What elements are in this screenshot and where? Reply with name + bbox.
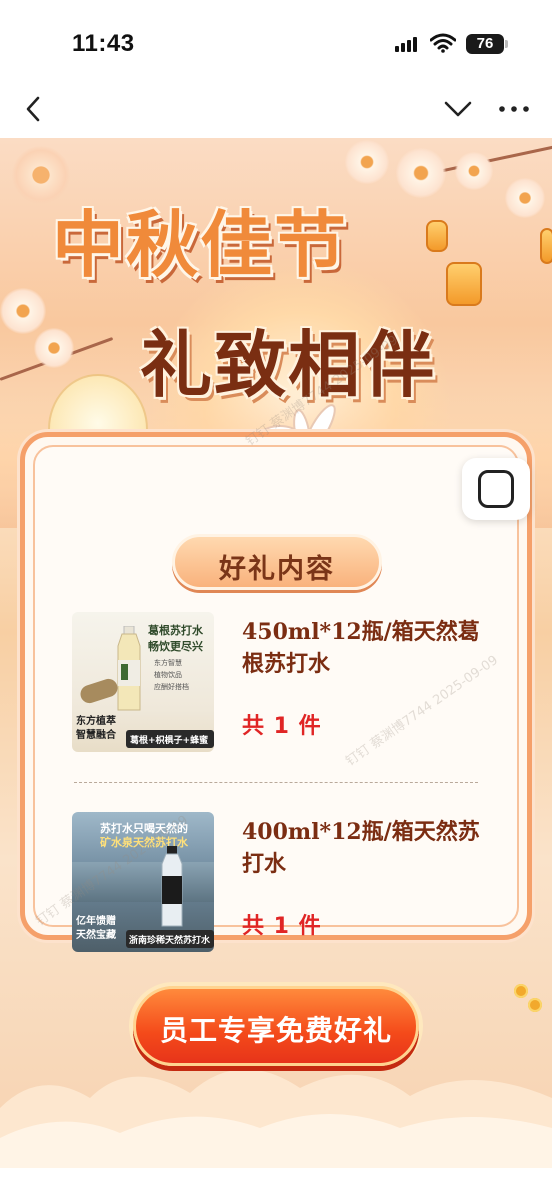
product-image-1-bullet-3: 应酬好搭档	[154, 683, 189, 691]
product-image-1: 葛根苏打水 畅饮更尽兴 东方智慧 植物饮品 应酬好搭档 东方植萃 智慧融合 葛根…	[72, 612, 214, 752]
product-item-1[interactable]: 葛根苏打水 畅饮更尽兴 东方智慧 植物饮品 应酬好搭档 东方植萃 智慧融合 葛根…	[72, 612, 482, 752]
status-time: 11:43	[72, 30, 135, 57]
plum-blossom-icon	[505, 178, 545, 218]
cellular-signal-icon	[395, 36, 421, 52]
bottle-illustration	[161, 846, 183, 927]
claim-gift-button[interactable]: 员工专享免费好礼	[133, 986, 419, 1066]
chevron-left-icon[interactable]	[20, 94, 48, 124]
osmanthus-flower-icon	[528, 998, 542, 1012]
product-divider	[74, 782, 478, 783]
product-image-1-caption-1: 东方植萃	[76, 716, 116, 727]
floating-mini-window-button[interactable]	[462, 458, 530, 520]
lantern-icon	[426, 220, 448, 252]
lantern-icon	[446, 262, 482, 306]
product-image-1-bar: 葛根+枳椇子+蜂蜜	[126, 730, 214, 748]
product-image-2-caption-1: 亿年馈赠	[76, 916, 116, 927]
product-name-2: 400ml*12瓶/箱天然苏打水	[242, 819, 480, 877]
battery-icon: 76	[466, 34, 504, 54]
wifi-icon	[430, 33, 456, 53]
product-image-2-bar-text: 浙南珍稀天然苏打水	[129, 936, 211, 946]
product-image-1-headline-2: 畅饮更尽兴	[148, 640, 203, 653]
plum-blossom-icon	[455, 152, 493, 190]
lantern-icon	[540, 228, 552, 264]
product-image-1-bullet-1: 东方智慧	[154, 659, 182, 667]
window-icon	[478, 470, 514, 508]
more-horizontal-icon[interactable]	[496, 100, 532, 118]
product-image-2-caption-2: 天然宝藏	[76, 930, 116, 941]
bottle-illustration	[117, 626, 141, 711]
plum-blossom-icon	[0, 288, 46, 334]
chevron-down-icon[interactable]	[442, 98, 474, 120]
nav-bar	[0, 88, 552, 138]
claim-gift-button-label: 员工专享免费好礼	[159, 1014, 392, 1047]
product-quantity-1: 共 1 件	[242, 714, 322, 739]
section-header-title: 好礼内容	[219, 554, 335, 585]
section-header-badge: 好礼内容	[172, 534, 382, 590]
product-image-1-bullet-2: 植物饮品	[154, 671, 182, 679]
status-bar: 11:43 76	[0, 0, 552, 88]
plum-blossom-icon	[34, 328, 74, 368]
product-item-2[interactable]: 苏打水只喝天然的 矿水泉天然苏打水 亿年馈赠 天然宝藏 浙南珍稀天然苏打水 40…	[72, 812, 482, 952]
osmanthus-flower-icon	[514, 984, 528, 998]
product-image-1-caption-2: 智慧融合	[76, 730, 116, 741]
product-image-1-headline-1: 葛根苏打水	[148, 624, 203, 637]
product-quantity-2: 共 1 件	[242, 914, 322, 939]
plum-blossom-icon	[345, 140, 389, 184]
bottom-safe-area	[0, 1168, 552, 1200]
product-image-1-bar-text: 葛根+枳椇子+蜂蜜	[130, 736, 209, 746]
battery-tip	[505, 40, 508, 48]
product-name-1: 450ml*12瓶/箱天然葛根苏打水	[242, 619, 480, 677]
product-image-2-bar: 浙南珍稀天然苏打水	[126, 930, 214, 948]
poster-title-line-1: 中秋佳节	[52, 203, 349, 287]
plum-blossom-icon	[396, 148, 446, 198]
